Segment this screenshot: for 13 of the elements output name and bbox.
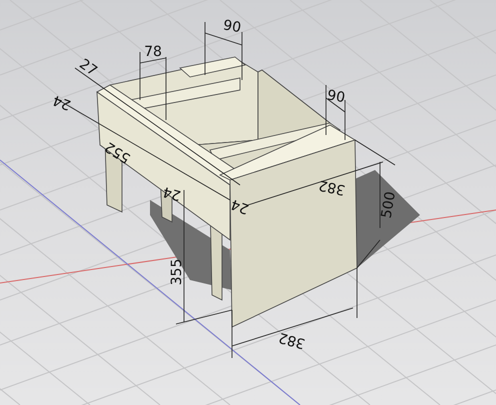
dimension-label: 78 [144,44,162,60]
dimension-label: 552 [102,138,134,166]
dimension-label: 24 [50,92,74,113]
dimension-label: 27 [76,56,100,80]
dimension-label: 382 [317,176,347,198]
dimension-label: 90 [326,87,346,106]
3d-viewport[interactable]: 90 78 27 24 552 90 382 500 24 24 355 382 [0,0,496,405]
dimension-label: 500 [378,190,400,220]
dimension-label: 90 [222,17,242,36]
dimension-label: 24 [228,196,252,217]
dimension-label: 24 [161,183,183,204]
dimension-label: 382 [276,328,307,352]
dimension-label: 355 [168,258,185,286]
